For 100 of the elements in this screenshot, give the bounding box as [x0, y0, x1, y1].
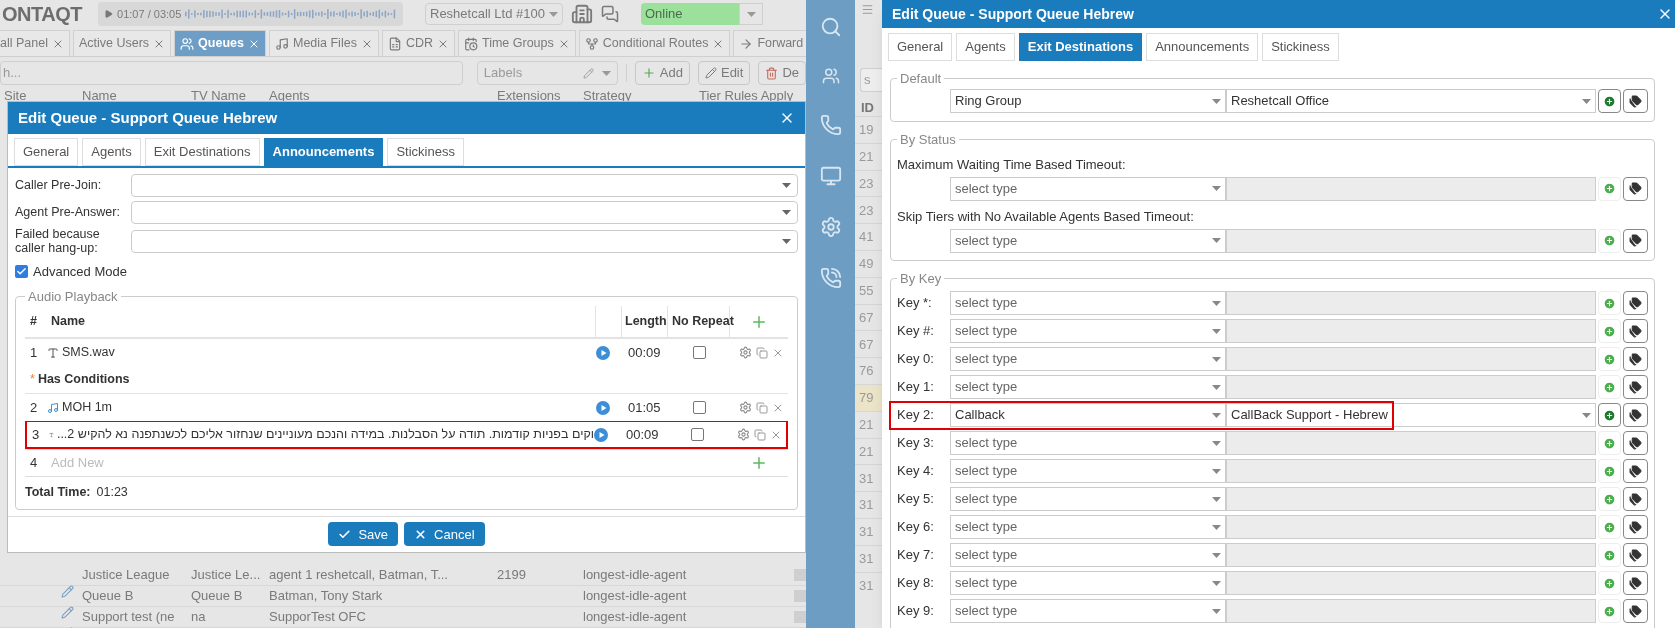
select-field[interactable] [131, 173, 798, 197]
checkbox[interactable] [692, 346, 706, 359]
checkbox[interactable] [690, 428, 704, 441]
app-tab[interactable]: Time Groups [458, 30, 576, 56]
tag-button[interactable] [1623, 431, 1648, 455]
type-select[interactable]: select type [950, 571, 1226, 595]
play-icon[interactable] [596, 400, 610, 415]
app-tab[interactable]: Active Users [72, 30, 172, 56]
dialog-tab[interactable]: Stickiness [387, 138, 464, 166]
destination-select[interactable] [1226, 228, 1596, 253]
type-select[interactable]: Ring Group [950, 89, 1226, 113]
type-select[interactable]: select type [950, 459, 1226, 483]
plus-icon [1603, 492, 1616, 506]
checkbox[interactable] [15, 265, 28, 279]
gear-icon[interactable] [739, 401, 752, 414]
type-select[interactable]: select type [950, 347, 1226, 371]
app-tab[interactable]: Media Files [268, 30, 379, 56]
select-field[interactable] [131, 229, 798, 253]
cancel-button[interactable]: Cancel [404, 522, 485, 547]
search-field[interactable]: h... [0, 61, 463, 85]
phone-icon[interactable] [819, 267, 842, 289]
tag-button[interactable] [1623, 291, 1648, 315]
tag-button[interactable] [1623, 403, 1648, 427]
chat-icon[interactable] [601, 5, 619, 23]
app-tab[interactable]: all Panel [0, 30, 70, 56]
gear-icon[interactable] [739, 346, 752, 359]
pencil-icon[interactable] [61, 584, 74, 598]
copy-icon[interactable] [754, 428, 766, 441]
monitor-icon[interactable] [819, 165, 842, 187]
dialog-tab[interactable]: Agents [82, 138, 141, 166]
menu-icon[interactable] [861, 3, 874, 16]
labels-select[interactable]: Labels [476, 61, 618, 85]
type-select[interactable]: select type [950, 228, 1226, 253]
app-tab[interactable]: CDR [381, 30, 455, 56]
dialog-tab[interactable]: Announcements [263, 138, 384, 166]
building-icon[interactable] [571, 3, 593, 25]
tag-button[interactable] [1623, 319, 1648, 343]
dialog-tab[interactable]: General [14, 138, 79, 166]
dialog-tab[interactable]: Exit Destinations [144, 138, 260, 166]
settings-icon[interactable] [819, 216, 842, 238]
app-tab[interactable]: Conditional Routes [578, 30, 731, 56]
checkbox[interactable] [692, 401, 706, 414]
account-select[interactable]: Reshetcall Ltd #100 [425, 3, 563, 25]
tag-button[interactable] [1623, 375, 1648, 399]
tag-button[interactable] [1623, 487, 1648, 511]
list-row[interactable]: 79 [855, 383, 882, 411]
copy-icon[interactable] [756, 346, 768, 359]
pencil-icon[interactable] [61, 605, 74, 619]
dialog-tab[interactable]: Exit Destinations [1018, 33, 1143, 61]
type-select[interactable]: select type [950, 487, 1226, 511]
tag-button[interactable] [1623, 599, 1648, 623]
dialog-tab[interactable]: Agents [956, 33, 1015, 61]
app-tab[interactable]: Forward [733, 30, 806, 56]
app-tab[interactable]: Queues [174, 30, 266, 56]
tag-button[interactable] [1623, 571, 1648, 595]
tag-button[interactable] [1623, 459, 1648, 483]
destination-select[interactable] [1226, 176, 1596, 201]
select-field[interactable] [131, 200, 798, 224]
column-header: # [29, 313, 38, 331]
tag-button[interactable] [1623, 347, 1648, 371]
dialog-tab[interactable]: Stickiness [1262, 33, 1339, 61]
new-item-field[interactable]: Add New [47, 453, 730, 473]
type-select[interactable]: select type [950, 431, 1226, 455]
status-select[interactable]: Online [641, 3, 739, 25]
tag-button[interactable] [1623, 176, 1648, 201]
gear-icon[interactable] [737, 428, 750, 441]
type-select[interactable]: select type [950, 375, 1226, 399]
add-button[interactable] [1598, 403, 1621, 427]
tag-button[interactable] [1623, 228, 1648, 253]
type-select[interactable]: Callback [950, 403, 1226, 427]
save-button[interactable]: Save [328, 522, 399, 547]
copy-icon[interactable] [756, 401, 768, 414]
status-caret-button[interactable] [739, 3, 763, 25]
type-select[interactable]: select type [950, 543, 1226, 567]
type-select[interactable]: select type [950, 319, 1226, 343]
add-button[interactable] [1598, 89, 1621, 113]
destination-select[interactable]: CallBack Support - Hebrew [1226, 403, 1596, 427]
tag-button[interactable] [1623, 543, 1648, 567]
users-icon[interactable] [821, 67, 840, 85]
destination-select[interactable]: Reshetcall Office [1226, 89, 1596, 113]
dialog-tab[interactable]: Announcements [1146, 33, 1259, 61]
phone-icon[interactable] [819, 114, 842, 136]
play-icon[interactable] [596, 345, 610, 360]
search-icon[interactable] [819, 16, 842, 38]
toolbar-button[interactable]: Add [634, 61, 690, 85]
type-select[interactable]: select type [950, 515, 1226, 539]
type-select[interactable]: select type [950, 291, 1226, 315]
play-icon[interactable] [594, 427, 608, 442]
add-icon[interactable] [750, 454, 768, 472]
toolbar-button[interactable]: Edit [697, 61, 751, 85]
tag-button[interactable] [1623, 515, 1648, 539]
checkbox[interactable] [794, 589, 806, 602]
dialog-tab[interactable]: General [888, 33, 953, 61]
checkbox[interactable] [794, 610, 806, 623]
play-icon[interactable] [104, 8, 114, 20]
type-select[interactable]: select type [950, 599, 1226, 623]
checkbox[interactable] [794, 568, 806, 581]
type-select[interactable]: select type [950, 176, 1226, 201]
search-field[interactable]: s [860, 68, 882, 92]
tag-button[interactable] [1623, 89, 1648, 113]
